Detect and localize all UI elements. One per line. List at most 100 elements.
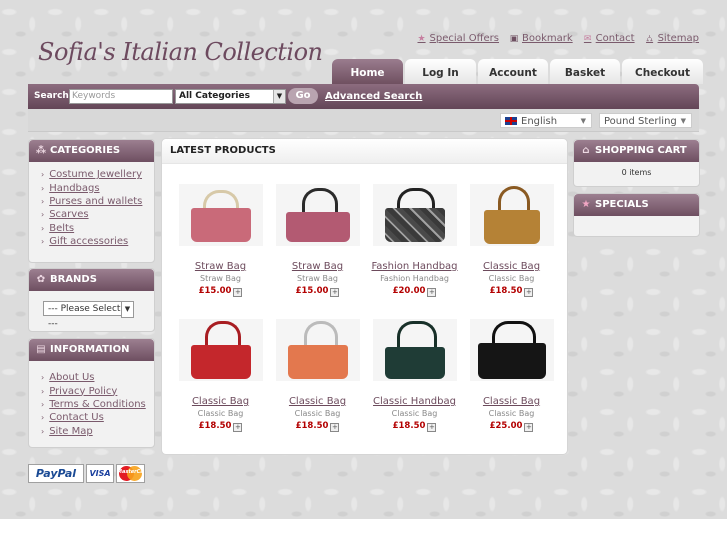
add-to-cart-icon[interactable]: + xyxy=(524,288,534,297)
product-name[interactable]: Classic Bag xyxy=(269,396,366,407)
uk-flag-icon xyxy=(505,117,517,125)
category-link[interactable]: Belts xyxy=(49,223,74,234)
info-item[interactable]: › Privacy Policy xyxy=(29,384,154,397)
special-offers-link[interactable]: ★ Special Offers xyxy=(417,33,500,44)
product-image[interactable] xyxy=(372,319,457,381)
bookmark-icon: ▣ xyxy=(509,33,519,44)
bookmark-link[interactable]: ▣ Bookmark xyxy=(509,33,573,44)
info-item[interactable]: › About Us xyxy=(29,371,154,384)
product-price: £18.50 + xyxy=(463,286,560,297)
category-link[interactable]: Handbags xyxy=(49,183,99,194)
search-bar: Search: Keywords All Categories ▼ Go Adv… xyxy=(28,84,699,109)
product-card[interactable]: Straw Bag Straw Bag £15.00 + xyxy=(172,184,269,297)
product-image[interactable] xyxy=(469,319,554,381)
star-icon: ★ xyxy=(581,199,591,210)
info-item[interactable]: › Contact Us xyxy=(29,411,154,424)
product-image[interactable] xyxy=(469,184,554,246)
category-link[interactable]: Costume Jewellery xyxy=(49,169,142,180)
info-link[interactable]: Terms & Conditions xyxy=(49,399,146,410)
add-to-cart-icon[interactable]: + xyxy=(524,423,534,432)
product-image[interactable] xyxy=(372,184,457,246)
product-desc: Classic Bag xyxy=(391,409,438,418)
add-to-cart-icon[interactable]: + xyxy=(330,288,340,297)
category-item[interactable]: › Costume Jewellery xyxy=(29,168,154,181)
category-item[interactable]: › Belts xyxy=(29,222,154,235)
add-to-cart-icon[interactable]: + xyxy=(427,288,437,297)
information-title: INFORMATION xyxy=(50,344,130,355)
brands-box: ✿ BRANDS --- Please Select --- ▼ xyxy=(28,268,155,332)
bullet-icon: › xyxy=(41,223,45,233)
product-card[interactable]: Classic Bag Classic Bag £18.50 + xyxy=(172,319,269,432)
add-to-cart-icon[interactable]: + xyxy=(233,423,243,432)
category-item[interactable]: › Purses and wallets xyxy=(29,195,154,208)
visa-logo: VISA xyxy=(86,464,114,483)
product-name[interactable]: Straw Bag xyxy=(172,261,269,272)
add-to-cart-icon[interactable]: + xyxy=(427,423,437,432)
brand-select[interactable]: --- Please Select --- ▼ xyxy=(43,301,134,329)
category-item[interactable]: › Handbags xyxy=(29,181,154,194)
info-item[interactable]: › Site Map xyxy=(29,425,154,438)
category-select[interactable]: All Categories ▼ xyxy=(175,89,286,104)
shopping-cart-header[interactable]: ⌂ SHOPPING CART xyxy=(574,140,699,162)
info-link[interactable]: Privacy Policy xyxy=(49,386,117,397)
info-item[interactable]: › Terms & Conditions xyxy=(29,398,154,411)
category-item[interactable]: › Gift accessories xyxy=(29,235,154,248)
category-link[interactable]: Gift accessories xyxy=(49,236,128,247)
product-card[interactable]: Classic Bag Classic Bag £25.00 + xyxy=(463,319,560,432)
category-link[interactable]: Purses and wallets xyxy=(49,196,142,207)
info-link[interactable]: Site Map xyxy=(49,426,92,437)
product-price: £18.50 + xyxy=(172,421,269,432)
specials-header[interactable]: ★ SPECIALS xyxy=(574,194,699,216)
add-to-cart-icon[interactable]: + xyxy=(330,423,340,432)
latest-products-panel: LATEST PRODUCTS Straw Bag Straw Bag £15.… xyxy=(161,138,568,455)
product-image[interactable] xyxy=(178,184,263,246)
currency-select[interactable]: Pound Sterling ▼ xyxy=(599,113,692,128)
search-label: Search: xyxy=(34,91,73,101)
info-link[interactable]: Contact Us xyxy=(49,412,104,423)
product-name[interactable]: Fashion Handbag xyxy=(366,261,463,272)
product-image[interactable] xyxy=(178,319,263,381)
product-card[interactable]: Classic Handbag Classic Bag £18.50 + xyxy=(366,319,463,432)
product-desc: Classic Bag xyxy=(488,274,535,283)
product-name[interactable]: Classic Handbag xyxy=(366,396,463,407)
product-card[interactable]: Straw Bag Straw Bag £15.00 + xyxy=(269,184,366,297)
tab-checkout[interactable]: Checkout xyxy=(622,59,703,84)
tab-account[interactable]: Account xyxy=(478,59,548,84)
star-icon: ★ xyxy=(417,33,426,44)
info-link[interactable]: About Us xyxy=(49,372,94,383)
contact-link[interactable]: ✉ Contact xyxy=(583,33,635,44)
product-name[interactable]: Classic Bag xyxy=(463,261,560,272)
mail-icon: ✉ xyxy=(583,33,592,44)
special-offers-label: Special Offers xyxy=(429,33,499,44)
price-value: £18.50 xyxy=(198,421,232,431)
tab-home[interactable]: Home xyxy=(332,59,403,84)
mastercard-logo: MasterCard xyxy=(116,464,145,483)
sitemap-link[interactable]: ⛼ Sitemap xyxy=(645,33,699,44)
language-select[interactable]: English ▼ xyxy=(500,113,592,128)
product-name[interactable]: Classic Bag xyxy=(172,396,269,407)
brands-title: BRANDS xyxy=(50,274,97,285)
bag-body-shape xyxy=(190,208,251,242)
tab-basket[interactable]: Basket xyxy=(550,59,620,84)
product-name[interactable]: Classic Bag xyxy=(463,396,560,407)
category-item[interactable]: › Scarves xyxy=(29,208,154,221)
bag-body-shape xyxy=(483,210,540,244)
info-icon: ▤ xyxy=(36,344,46,355)
category-link[interactable]: Scarves xyxy=(49,209,88,220)
add-to-cart-icon[interactable]: + xyxy=(233,288,243,297)
price-value: £15.00 xyxy=(198,286,232,296)
product-card[interactable]: Classic Bag Classic Bag £18.50 + xyxy=(269,319,366,432)
language-value: English xyxy=(521,116,558,127)
search-go-button[interactable]: Go xyxy=(288,88,318,104)
product-name[interactable]: Straw Bag xyxy=(269,261,366,272)
site-logo[interactable]: Sofia's Italian Collection xyxy=(38,38,323,66)
specials-title: SPECIALS xyxy=(595,199,649,210)
product-image[interactable] xyxy=(275,184,360,246)
advanced-search-link[interactable]: Advanced Search xyxy=(325,91,422,102)
product-card[interactable]: Fashion Handbag Fashion Handbag £20.00 + xyxy=(366,184,463,297)
search-input[interactable]: Keywords xyxy=(69,89,173,104)
tab-log-in[interactable]: Log In xyxy=(405,59,476,84)
product-price: £20.00 + xyxy=(366,286,463,297)
product-card[interactable]: Classic Bag Classic Bag £18.50 + xyxy=(463,184,560,297)
product-image[interactable] xyxy=(275,319,360,381)
